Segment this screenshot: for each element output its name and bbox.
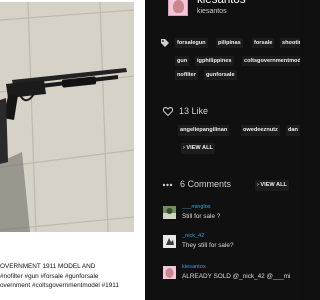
comment-username[interactable]: ___minglos bbox=[182, 204, 211, 210]
tag-nofilter[interactable]: nofilter bbox=[175, 70, 198, 80]
commenter-avatar[interactable] bbox=[163, 266, 176, 279]
view-all-comments-button[interactable]: › VIEW ALL bbox=[255, 180, 289, 191]
comments-count: 6 Comments bbox=[180, 179, 232, 189]
tag-coltsgovernmentmodel[interactable]: coltsgovernmentmodel bbox=[242, 56, 300, 66]
user-avatar[interactable] bbox=[168, 0, 188, 16]
caption-line: overnment #coltsgovernmentmodel #1911 bbox=[0, 282, 119, 289]
heart-icon bbox=[163, 107, 173, 116]
comment-item: _nick_42 They still for sale? bbox=[163, 233, 300, 257]
likes-count: 13 Like bbox=[179, 106, 209, 116]
post-photo[interactable] bbox=[0, 2, 134, 232]
post-caption: OVERNMENT 1911 MODEL AND #nofilter #gun … bbox=[0, 262, 145, 291]
caption-line: #nofilter #gun #forsale #gunforsale bbox=[0, 272, 99, 280]
caption-line: OVERNMENT 1911 MODEL AND bbox=[0, 263, 96, 270]
comment-text: Still for sale ? bbox=[182, 213, 221, 220]
comment-item: kiesantos ALREADY SOLD @_nick_42 @___mi bbox=[163, 264, 300, 288]
comment-item: ___minglos Still for sale ? bbox=[163, 204, 300, 228]
tag-shooting[interactable]: shooting bbox=[280, 38, 300, 48]
liker-dan[interactable]: dan bbox=[286, 125, 300, 136]
tag-gunforsale[interactable]: gunforsale bbox=[204, 70, 237, 80]
tag-forsale[interactable]: forsale bbox=[252, 38, 275, 48]
liker-angeliepangilinan[interactable]: angeliepangilinan bbox=[178, 125, 230, 136]
user-handle: kiesantos bbox=[197, 8, 227, 15]
tag-igphilippines[interactable]: igphilippines bbox=[195, 56, 234, 66]
post-card: OVERNMENT 1911 MODEL AND #nofilter #gun … bbox=[0, 0, 145, 300]
post-details-panel: kiesantos kiesantos forsalegun pilipinas… bbox=[145, 0, 300, 300]
tag-forsalegun[interactable]: forsalegun bbox=[175, 38, 208, 48]
comment-username[interactable]: kiesantos bbox=[182, 264, 206, 270]
user-name[interactable]: kiesantos bbox=[197, 0, 246, 6]
shotgun-photo-image bbox=[0, 2, 134, 232]
tag-icon bbox=[161, 39, 169, 47]
comment-bubble-icon bbox=[162, 183, 173, 187]
user-header: kiesantos kiesantos bbox=[168, 0, 298, 20]
tag-gun[interactable]: gun bbox=[175, 56, 190, 66]
comment-text: They still for sale? bbox=[182, 242, 234, 249]
commenter-avatar[interactable] bbox=[163, 206, 176, 219]
comment-text: ALREADY SOLD @_nick_42 @___mi bbox=[182, 273, 291, 280]
tag-pilipinas[interactable]: pilipinas bbox=[216, 38, 243, 48]
commenter-avatar[interactable] bbox=[163, 235, 176, 248]
view-all-likes-button[interactable]: › VIEW ALL bbox=[181, 143, 215, 154]
comment-username[interactable]: _nick_42 bbox=[182, 233, 204, 239]
liker-owedeeznutz[interactable]: owedeeznutz bbox=[241, 125, 280, 136]
